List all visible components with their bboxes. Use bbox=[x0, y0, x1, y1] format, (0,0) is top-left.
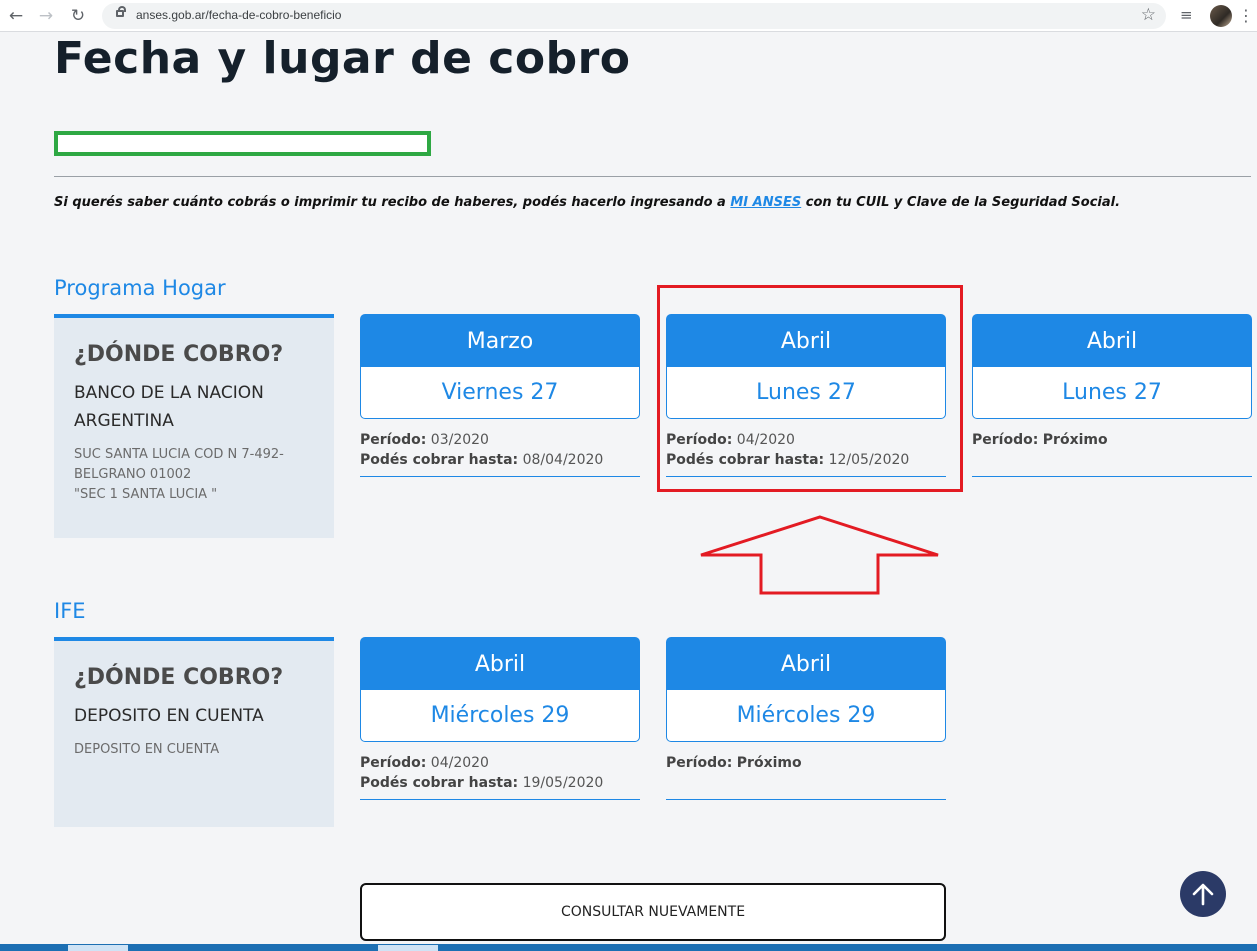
divider bbox=[54, 176, 1251, 177]
card-meta: Período: 04/2020 Podés cobrar hasta: 19/… bbox=[360, 753, 640, 793]
periodo-label: Período: bbox=[666, 755, 733, 771]
section-title-ife: IFE bbox=[54, 599, 86, 623]
up-arrow-annotation bbox=[700, 515, 939, 595]
periodo-value: Próximo bbox=[1042, 432, 1108, 448]
back-arrow-icon[interactable]: ← bbox=[6, 6, 26, 26]
card-meta: Período: Próximo bbox=[972, 430, 1252, 470]
payment-card: Abril Miércoles 29 Período: Próximo bbox=[666, 637, 946, 800]
card-divider bbox=[972, 476, 1252, 477]
periodo-label: Período: bbox=[360, 432, 427, 448]
where-question: ¿DÓNDE COBRO? bbox=[74, 665, 284, 690]
hasta-value: 08/04/2020 bbox=[522, 452, 604, 468]
payment-card: Marzo Viernes 27 Período: 03/2020 Podés … bbox=[360, 314, 640, 477]
card-meta: Período: Próximo bbox=[666, 753, 946, 793]
highlight-red-box bbox=[657, 285, 963, 492]
card-day: Miércoles 29 bbox=[360, 690, 640, 742]
where-detail-line: SUC SANTA LUCIA COD N 7-492- bbox=[74, 447, 284, 462]
periodo-value: 04/2020 bbox=[430, 755, 489, 771]
arrow-up-icon bbox=[1192, 883, 1214, 906]
profile-avatar[interactable] bbox=[1210, 5, 1232, 27]
consult-again-button[interactable]: CONSULTAR NUEVAMENTE bbox=[360, 883, 946, 941]
where-detail: SUC SANTA LUCIA COD N 7-492- BELGRANO 01… bbox=[74, 445, 314, 505]
lock-icon bbox=[116, 6, 126, 17]
card-month: Abril bbox=[666, 637, 946, 690]
where-detail: DEPOSITO EN CUENTA bbox=[74, 740, 314, 760]
periodo-value: Próximo bbox=[736, 755, 802, 771]
page-title: Fecha y lugar de cobro bbox=[54, 33, 631, 84]
periodo-label: Período: bbox=[972, 432, 1039, 448]
url-text[interactable]: anses.gob.ar/fecha-de-cobro-beneficio bbox=[136, 8, 341, 22]
reload-icon[interactable]: ↻ bbox=[68, 6, 88, 26]
card-meta: Período: 03/2020 Podés cobrar hasta: 08/… bbox=[360, 430, 640, 470]
card-month: Abril bbox=[360, 637, 640, 690]
forward-arrow-icon[interactable]: → bbox=[36, 6, 56, 26]
payment-card: Abril Lunes 27 Período: Próximo bbox=[972, 314, 1252, 477]
where-detail-line: BELGRANO 01002 bbox=[74, 467, 192, 482]
highlighted-empty-field bbox=[54, 131, 431, 156]
where-bank: BANCO DE LA NACION ARGENTINA bbox=[74, 383, 264, 431]
back-to-top-button[interactable] bbox=[1180, 871, 1226, 917]
card-divider bbox=[360, 476, 640, 477]
periodo-value: 03/2020 bbox=[430, 432, 489, 448]
mi-anses-link[interactable]: MI ANSES bbox=[730, 195, 801, 210]
card-month: Abril bbox=[972, 314, 1252, 367]
os-taskbar bbox=[0, 944, 1257, 951]
where-box-programa-hogar: ¿DÓNDE COBRO? BANCO DE LA NACION ARGENTI… bbox=[54, 314, 334, 538]
card-divider bbox=[360, 799, 640, 800]
taskbar-item[interactable] bbox=[378, 945, 438, 951]
where-detail-line: DEPOSITO EN CUENTA bbox=[74, 742, 220, 757]
bookmark-star-icon[interactable]: ☆ bbox=[1141, 5, 1156, 25]
periodo-label: Período: bbox=[360, 755, 427, 771]
address-bar[interactable]: anses.gob.ar/fecha-de-cobro-beneficio ☆ bbox=[102, 3, 1166, 29]
card-day: Viernes 27 bbox=[360, 367, 640, 419]
hasta-label: Podés cobrar hasta: bbox=[360, 775, 519, 791]
where-box-ife: ¿DÓNDE COBRO? DEPOSITO EN CUENTA DEPOSIT… bbox=[54, 637, 334, 827]
info-text: Si querés saber cuánto cobrás o imprimir… bbox=[54, 195, 1120, 210]
where-bank: DEPOSITO EN CUENTA bbox=[74, 706, 264, 726]
payment-card: Abril Miércoles 29 Período: 04/2020 Podé… bbox=[360, 637, 640, 800]
card-divider bbox=[666, 799, 946, 800]
taskbar-item[interactable] bbox=[68, 945, 128, 951]
browser-menu-icon[interactable]: ⋮ bbox=[1238, 6, 1254, 25]
browser-toolbar: ← → ↻ anses.gob.ar/fecha-de-cobro-benefi… bbox=[0, 0, 1257, 32]
card-day: Miércoles 29 bbox=[666, 690, 946, 742]
where-question: ¿DÓNDE COBRO? bbox=[74, 342, 284, 367]
where-detail-line: "SEC 1 SANTA LUCIA " bbox=[74, 487, 218, 502]
hasta-label: Podés cobrar hasta: bbox=[360, 452, 519, 468]
card-month: Marzo bbox=[360, 314, 640, 367]
reading-list-icon[interactable]: ≡ bbox=[1180, 6, 1193, 24]
info-text-before: Si querés saber cuánto cobrás o imprimir… bbox=[54, 195, 731, 210]
hasta-value: 19/05/2020 bbox=[522, 775, 604, 791]
section-title-programa-hogar: Programa Hogar bbox=[54, 276, 226, 300]
info-text-after: con tu CUIL y Clave de la Seguridad Soci… bbox=[801, 195, 1121, 210]
card-day: Lunes 27 bbox=[972, 367, 1252, 419]
